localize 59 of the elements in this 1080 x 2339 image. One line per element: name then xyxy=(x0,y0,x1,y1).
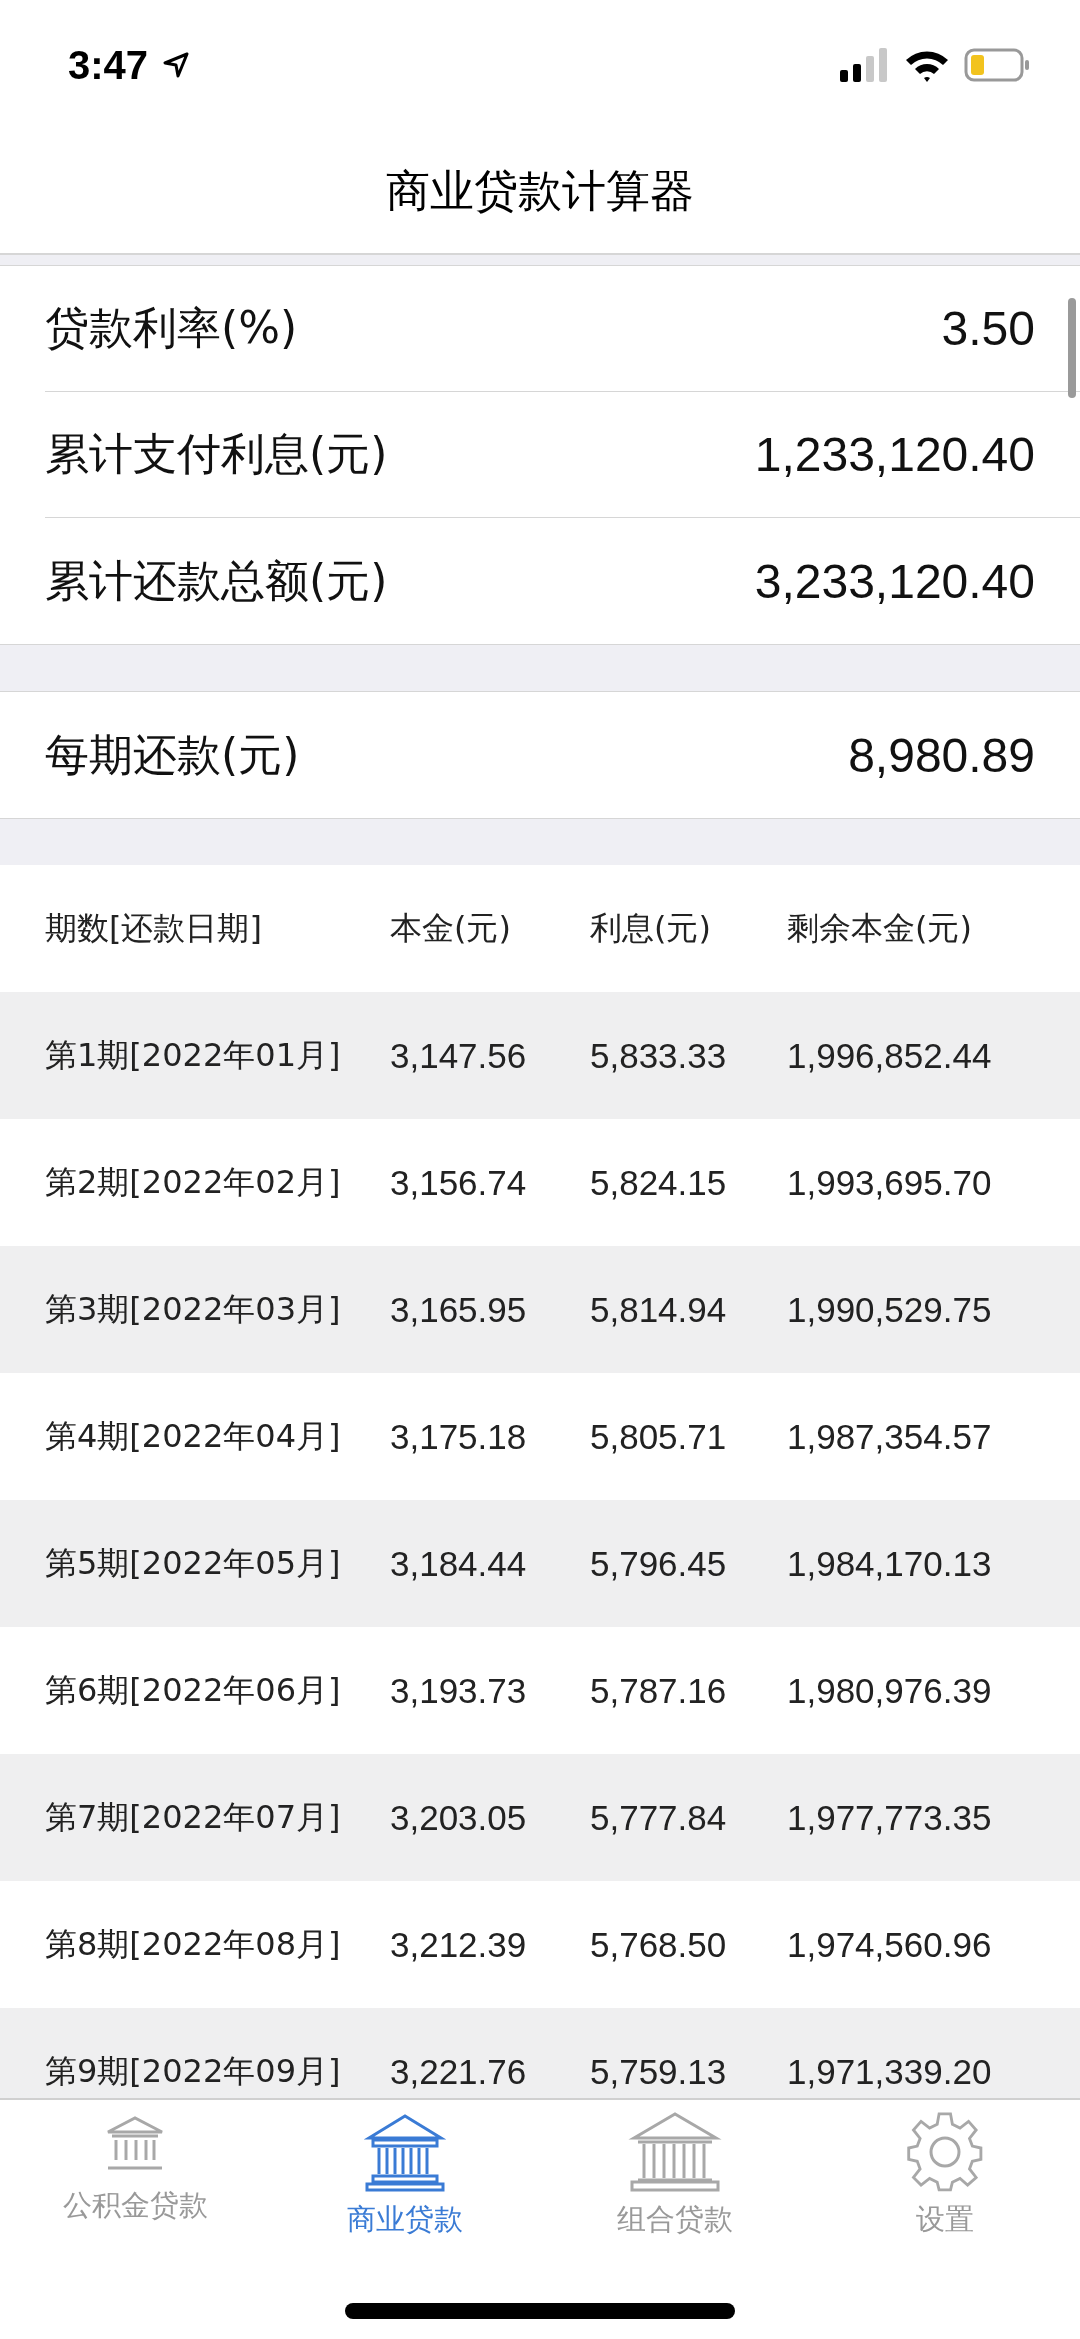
field-label: 累计还款总额(元) xyxy=(45,553,388,608)
table-cell-text: 3,156.74 xyxy=(390,1162,528,1203)
field-value: 3.50 xyxy=(941,301,1035,356)
battery-icon xyxy=(964,48,1030,82)
column-header: 期数[还款日期] xyxy=(45,907,263,949)
table-cell-text: 1,971,339.20 xyxy=(787,2051,993,2092)
field-label: 累计支付利息(元) xyxy=(45,427,388,481)
table-cell-text: 5,777.84 xyxy=(590,1797,728,1838)
table-cell-text: 第6期[2022年06月] xyxy=(45,1669,342,1711)
table-cell-text: 第1期[2022年01月] xyxy=(45,1034,342,1076)
table-cell-text: 5,768.50 xyxy=(590,1924,728,1965)
table-cell-text: 5,805.71 xyxy=(590,1416,728,1457)
table-cell-text: 1,990,529.75 xyxy=(787,1289,993,1330)
table-cell-text: 3,147.56 xyxy=(390,1035,528,1076)
table-cell-text: 第7期[2022年07月] xyxy=(45,1796,342,1838)
table-cell-text: 5,814.94 xyxy=(590,1289,728,1330)
table-cell-text: 第9期[2022年09月] xyxy=(45,2050,342,2092)
table-cell-text: 第5期[2022年05月] xyxy=(45,1542,342,1584)
table-cell-text: 第8期[2022年08月] xyxy=(45,1923,342,1965)
table-cell-text: 第3期[2022年03月] xyxy=(45,1288,342,1330)
column-header: 剩余本金(元) xyxy=(787,907,973,949)
status-time: 3:47 xyxy=(68,42,149,88)
table-cell-text: 3,212.39 xyxy=(390,1924,528,1965)
table-cell-text: 1,977,773.35 xyxy=(787,1797,993,1838)
location-arrow-icon xyxy=(162,51,191,79)
tab[interactable]: 公积金贷款 xyxy=(0,2110,270,2240)
wifi-icon xyxy=(904,48,950,82)
table-cell-text: 5,787.16 xyxy=(590,1670,728,1711)
table-cell-text: 3,165.95 xyxy=(390,1289,528,1330)
table-cell-text: 第2期[2022年02月] xyxy=(45,1161,342,1203)
table-cell-text: 第4期[2022年04月] xyxy=(45,1415,342,1457)
signal-icon xyxy=(840,48,890,82)
table-cell-text: 5,759.13 xyxy=(590,2051,728,2092)
column-header: 利息(元) xyxy=(590,907,712,949)
table-cell-text: 5,833.33 xyxy=(590,1035,728,1076)
table-cell-text: 1,980,976.39 xyxy=(787,1670,993,1711)
field-label: 每期还款(元) xyxy=(45,727,300,782)
field-value: 8,980.89 xyxy=(848,727,1035,783)
column-header: 本金(元) xyxy=(390,907,512,949)
field-label: 贷款利率(%) xyxy=(45,301,298,355)
table-cell-text: 3,193.73 xyxy=(390,1670,528,1711)
table-cell-text: 3,175.18 xyxy=(390,1416,528,1457)
table-cell-text: 3,184.44 xyxy=(390,1543,528,1584)
field-value: 1,233,120.40 xyxy=(754,427,1035,482)
table-cell-text: 1,984,170.13 xyxy=(787,1543,993,1584)
tab[interactable]: 组合贷款 xyxy=(540,2110,810,2240)
table-cell-text: 5,824.15 xyxy=(590,1162,728,1203)
table-cell-text: 3,203.05 xyxy=(390,1797,528,1838)
table-cell-text: 5,796.45 xyxy=(590,1543,728,1584)
field-value: 3,233,120.40 xyxy=(754,553,1035,609)
table-cell-text: 1,993,695.70 xyxy=(787,1162,993,1203)
table-cell-text: 3,221.76 xyxy=(390,2051,528,2092)
table-cell-text: 1,996,852.44 xyxy=(787,1035,993,1076)
table-cell-text: 1,987,354.57 xyxy=(787,1416,993,1457)
tab[interactable]: 设置 xyxy=(810,2110,1080,2240)
bank-icon xyxy=(628,2110,722,2194)
page-title: 商业贷款计算器 xyxy=(386,164,694,218)
tab[interactable]: 商业贷款 xyxy=(270,2110,540,2240)
table-cell-text: 1,974,560.96 xyxy=(787,1924,993,1965)
